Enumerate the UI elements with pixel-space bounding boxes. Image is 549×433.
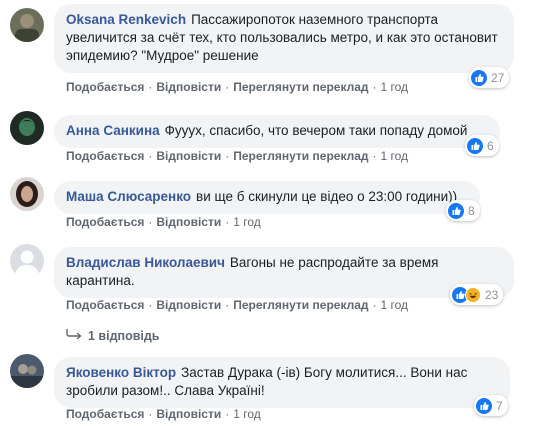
reaction-count: 8 [468, 203, 475, 218]
reaction-summary[interactable]: 6 [465, 135, 499, 156]
comment-time[interactable]: 1 год [381, 298, 409, 312]
separator-dot: · [148, 215, 153, 229]
comment-bubble: Яковенко Віктор Застав Дурака (-ів) Богу … [54, 357, 510, 408]
separator-dot: · [372, 149, 377, 163]
comment-author[interactable]: Яковенко Віктор [66, 365, 176, 380]
comment-bubble: Владислав Николаевич Вагоны не распродайт… [54, 247, 514, 298]
translate-link[interactable]: Переглянути переклад [233, 298, 368, 312]
separator-dot: · [372, 298, 377, 312]
reaction-count: 27 [491, 70, 505, 85]
reaction-summary[interactable]: 7 [474, 395, 508, 416]
like-link[interactable]: Подобається [66, 407, 144, 421]
comment-actions: Подобається · Відповісти · Переглянути перек… [66, 80, 408, 94]
comment-bubble: Анна Санкина Фууух, спасибо, что вечером … [54, 115, 500, 148]
reply-link[interactable]: Відповісти [156, 298, 221, 312]
reply-link[interactable]: Відповісти [156, 215, 221, 229]
like-icon [467, 137, 483, 154]
reaction-count: 6 [487, 138, 494, 153]
reply-link[interactable]: Відповісти [156, 149, 221, 163]
translate-link[interactable]: Переглянути переклад [233, 80, 368, 94]
comment-actions: Подобається · Відповісти · 1 год [66, 407, 261, 421]
separator-dot: · [372, 80, 377, 94]
like-link[interactable]: Подобається [66, 215, 144, 229]
reply-link[interactable]: Відповісти [156, 407, 221, 421]
like-link[interactable]: Подобається [66, 149, 144, 163]
avatar[interactable] [10, 177, 44, 211]
reaction-summary[interactable]: 27 [469, 67, 510, 88]
translate-link[interactable]: Переглянути переклад [233, 149, 368, 163]
avatar[interactable] [10, 8, 44, 42]
avatar[interactable] [10, 111, 44, 145]
like-icon [448, 202, 464, 219]
reply-link[interactable]: Відповісти [156, 80, 221, 94]
avatar[interactable] [10, 354, 44, 388]
comment-text: Фууух, спасибо, что вечером таки попаду … [164, 123, 468, 138]
reaction-summary[interactable]: 23 [450, 284, 504, 305]
comment-author[interactable]: Маша Слюсаренко [66, 189, 191, 204]
reaction-count: 7 [496, 398, 503, 413]
comment-time[interactable]: 1 год [381, 149, 409, 163]
like-link[interactable]: Подобається [66, 298, 144, 312]
haha-icon [465, 286, 481, 303]
separator-dot: · [225, 149, 230, 163]
avatar[interactable] [10, 244, 44, 278]
comment-time[interactable]: 1 год [233, 407, 261, 421]
reaction-count: 23 [485, 287, 499, 302]
separator-dot: · [225, 80, 230, 94]
comment-bubble: Oksana Renkevich Пассажиропоток наземного… [54, 4, 514, 73]
comment-actions: Подобається · Відповісти · Переглянути перек… [66, 149, 408, 163]
reply-arrow-icon [66, 328, 88, 343]
view-replies-link[interactable]: 1 відповідь [66, 328, 159, 343]
separator-dot: · [148, 149, 153, 163]
comment-bubble: Маша Слюсаренко ви ще б скинули це відео … [54, 181, 480, 214]
like-icon [471, 69, 487, 86]
comment-time[interactable]: 1 год [381, 80, 409, 94]
like-link[interactable]: Подобається [66, 80, 144, 94]
separator-dot: · [225, 407, 230, 421]
comment-time[interactable]: 1 год [233, 215, 261, 229]
separator-dot: · [225, 298, 230, 312]
reaction-summary[interactable]: 8 [446, 200, 480, 221]
separator-dot: · [225, 215, 230, 229]
comment-author[interactable]: Анна Санкина [66, 123, 160, 138]
separator-dot: · [148, 298, 153, 312]
comment-author[interactable]: Oksana Renkevich [66, 12, 186, 27]
comment-text: ви ще б скинули це відео о 23:00 години)… [196, 189, 458, 204]
comment-author[interactable]: Владислав Николаевич [66, 255, 225, 270]
separator-dot: · [148, 80, 153, 94]
separator-dot: · [148, 407, 153, 421]
like-icon [476, 397, 492, 414]
comment-actions: Подобається · Відповісти · Переглянути перек… [66, 298, 408, 312]
replies-count-label: 1 відповідь [88, 328, 160, 343]
comment-actions: Подобається · Відповісти · 1 год [66, 215, 261, 229]
